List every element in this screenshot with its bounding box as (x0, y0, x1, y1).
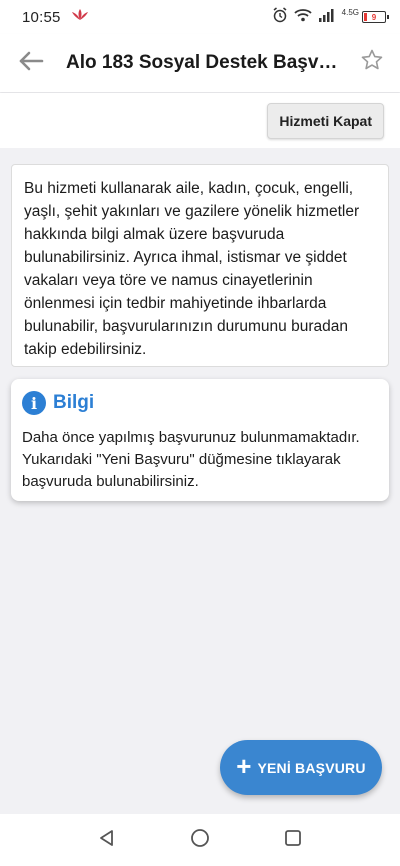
star-outline-icon (360, 48, 384, 77)
app-bar: Alo 183 Sosyal Destek Başvuru (0, 34, 400, 92)
signal-icon (318, 8, 336, 27)
system-nav-bar (0, 814, 400, 866)
status-right: 4.5G 9 (272, 6, 389, 28)
home-circle-icon (190, 828, 210, 853)
battery-icon: 9 (362, 11, 389, 23)
network-type: 4.5G (341, 7, 359, 17)
lotus-icon (71, 8, 89, 27)
status-bar: 10:55 4.5G 9 (0, 0, 400, 34)
new-application-label: YENİ BAŞVURU (257, 759, 366, 776)
battery-fill (364, 13, 367, 21)
info-header: i Bilgi (22, 389, 378, 417)
info-icon: i (22, 391, 46, 415)
info-text: Daha önce yapılmış başvurunuz bulunmamak… (22, 429, 360, 490)
favorite-button[interactable] (358, 48, 386, 76)
description-card: Bu hizmeti kullanarak aile, kadın, çocuk… (11, 164, 389, 367)
battery-level: 9 (371, 12, 377, 22)
nav-back-button[interactable] (87, 820, 127, 860)
page-title: Alo 183 Sosyal Destek Başvuru (66, 52, 342, 73)
plus-icon: + (236, 751, 252, 781)
status-left: 10:55 (22, 8, 89, 27)
back-triangle-icon (98, 829, 116, 852)
new-application-button[interactable]: + YENİ BAŞVURU (220, 740, 382, 795)
nav-recents-button[interactable] (273, 820, 313, 860)
recents-square-icon (284, 829, 302, 852)
back-button[interactable] (16, 48, 46, 78)
nav-home-button[interactable] (180, 820, 220, 860)
close-service-button[interactable]: Hizmeti Kapat (267, 103, 384, 139)
wifi-icon (294, 8, 312, 27)
info-card: i Bilgi Daha önce yapılmış başvurunuz bu… (11, 379, 389, 501)
arrow-left-icon (18, 51, 44, 76)
alarm-icon (272, 6, 288, 28)
status-time: 10:55 (22, 8, 61, 26)
action-area: Hizmeti Kapat (0, 93, 400, 148)
description-text: Bu hizmeti kullanarak aile, kadın, çocuk… (24, 180, 360, 358)
info-title: Bilgi (53, 392, 95, 413)
